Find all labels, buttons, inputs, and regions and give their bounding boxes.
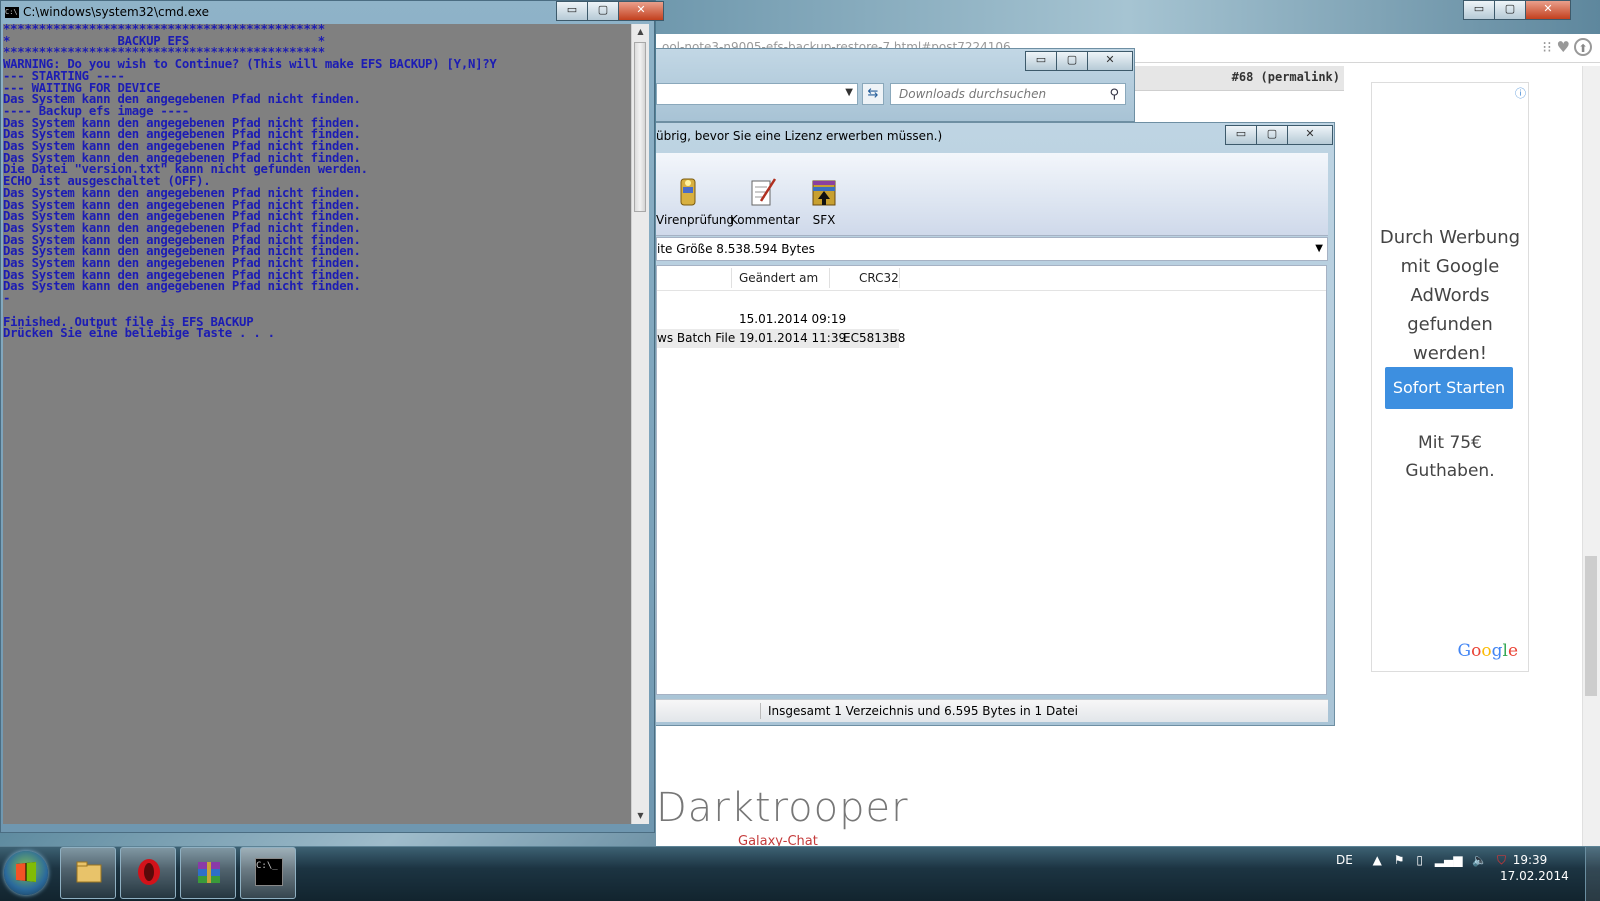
bookmark-heart-icon[interactable]: ⁝⁝ ♥ <box>1542 38 1570 56</box>
scroll-up-icon[interactable]: ⬆ <box>1574 38 1592 56</box>
explorer-search-input[interactable]: Downloads durchsuchen ⚲ <box>890 83 1126 105</box>
browser-scroll-thumb[interactable] <box>1585 556 1597 696</box>
cmd-minimize-button[interactable]: ▭ <box>556 1 588 21</box>
comment-icon <box>751 178 777 206</box>
cmd-app-icon[interactable]: C:\ <box>5 7 19 18</box>
taskbar-opera[interactable] <box>120 847 176 899</box>
opera-icon <box>138 859 160 885</box>
explorer-minimize-button[interactable]: ▭ <box>1025 51 1057 71</box>
winrar-minimize-button[interactable]: ▭ <box>1225 125 1257 145</box>
browser-titlebar: ▭ ▢ ✕ <box>656 0 1600 34</box>
volume-icon[interactable]: 🔈 <box>1472 853 1487 867</box>
browser-window-controls: ▭ ▢ ✕ <box>1463 0 1571 20</box>
sfx-icon <box>812 180 836 206</box>
archive-path-field[interactable]: ite Größe 8.538.594 Bytes ▼ <box>656 237 1328 261</box>
system-tray: DE ▲ ⚑ ▯ ▂▄▆ 🔈 ⛉ <box>1336 853 1506 868</box>
winrar-title: übrig, bevor Sie eine Lizenz erwerben mü… <box>656 129 943 143</box>
browser-minimize-button[interactable]: ▭ <box>1463 0 1495 20</box>
cmd-window: C:\ C:\windows\system32\cmd.exe ▭ ▢ ✕ **… <box>0 0 664 833</box>
winrar-status-bar: Insgesamt 1 Verzeichnis und 6.595 Bytes … <box>656 699 1328 722</box>
winrar-toolbar: Virenprüfung Kommentar SFX <box>656 153 1328 236</box>
tray-expand-icon[interactable]: ▲ <box>1373 853 1382 867</box>
language-indicator[interactable]: DE <box>1336 853 1353 867</box>
explorer-close-button[interactable]: ✕ <box>1087 51 1133 71</box>
cmd-window-controls: ▭ ▢ ✕ <box>556 1 664 21</box>
cmd-scroll-thumb[interactable] <box>634 42 646 212</box>
start-button[interactable] <box>4 851 48 895</box>
windows-logo-icon <box>16 862 36 882</box>
ad-headline[interactable]: Durch Werbung mit Google AdWords gefunde… <box>1372 223 1528 368</box>
refresh-icon[interactable]: ⇆ <box>862 83 884 105</box>
cmd-title: C:\windows\system32\cmd.exe <box>23 5 209 19</box>
explorer-window: ▭ ▢ ✕ ▼ ⇆ Downloads durchsuchen ⚲ <box>656 48 1135 122</box>
browser-maximize-button[interactable]: ▢ <box>1494 0 1526 20</box>
cmd-maximize-button[interactable]: ▢ <box>587 1 619 21</box>
clock[interactable]: 19:39 17.02.2014 <box>1500 852 1569 884</box>
flag-icon[interactable]: ⚑ <box>1394 853 1405 867</box>
permalink-link[interactable]: #68 (permalink) <box>1232 70 1340 84</box>
virus-scan-icon <box>680 178 696 206</box>
taskbar-cmd[interactable]: C:\_ <box>240 847 296 899</box>
column-crc32[interactable]: CRC32 <box>859 271 899 285</box>
google-logo: Google <box>1457 641 1518 661</box>
ad-info-icon[interactable]: ⓘ <box>1515 85 1526 101</box>
table-row[interactable]: 15.01.2014 09:19 <box>657 310 1326 329</box>
explorer-address-field[interactable]: ▼ <box>656 83 858 105</box>
winrar-maximize-button[interactable]: ▢ <box>1256 125 1288 145</box>
console-output[interactable]: ****************************************… <box>3 24 631 824</box>
ad-subtext: Mit 75€ Guthaben. <box>1405 433 1495 481</box>
cmd-scrollbar[interactable]: ▲ ▼ <box>631 24 649 824</box>
taskbar-explorer[interactable] <box>60 847 116 899</box>
taskbar: C:\_ DE ▲ ⚑ ▯ ▂▄▆ 🔈 ⛉ 19:39 17.02.2014 <box>0 846 1600 901</box>
archive-file-list[interactable]: Geändert am CRC32 15.01.2014 09:19 ws Ba… <box>656 265 1327 695</box>
browser-close-button[interactable]: ✕ <box>1525 0 1571 20</box>
console-text: ****************************************… <box>3 24 497 341</box>
signal-icon[interactable]: ▂▄▆ <box>1435 853 1463 867</box>
cmd-close-button[interactable]: ✕ <box>618 1 664 21</box>
show-desktop-button[interactable] <box>1585 847 1600 901</box>
scroll-down-arrow-icon[interactable]: ▼ <box>632 808 649 824</box>
explorer-maximize-button[interactable]: ▢ <box>1056 51 1088 71</box>
chevron-down-icon[interactable]: ▼ <box>1315 238 1323 260</box>
winrar-close-button[interactable]: ✕ <box>1287 125 1333 145</box>
taskbar-winrar[interactable] <box>180 847 236 899</box>
scroll-up-arrow-icon[interactable]: ▲ <box>632 24 649 40</box>
winrar-window: übrig, bevor Sie eine Lizenz erwerben mü… <box>656 122 1335 726</box>
tool-sfx[interactable]: SFX <box>802 175 846 227</box>
cmd-taskbar-icon: C:\_ <box>255 858 283 886</box>
table-row[interactable]: ws Batch File 19.01.2014 11:39 EC5813B8 <box>657 329 1326 348</box>
column-modified[interactable]: Geändert am <box>739 271 818 285</box>
explorer-window-controls: ▭ ▢ ✕ <box>1025 51 1133 71</box>
status-text: Insgesamt 1 Verzeichnis und 6.595 Bytes … <box>768 704 1078 718</box>
google-ad[interactable]: ⓘ Durch Werbung mit Google AdWords gefun… <box>1371 82 1529 672</box>
battery-icon[interactable]: ▯ <box>1416 853 1423 867</box>
chevron-down-icon[interactable]: ▼ <box>845 87 853 98</box>
tool-virus-scan[interactable]: Virenprüfung <box>656 175 734 227</box>
ad-start-button[interactable]: Sofort Starten <box>1385 367 1513 409</box>
folder-icon <box>76 861 102 883</box>
watermark-logo: Darktrooper <box>656 785 909 831</box>
browser-scrollbar[interactable] <box>1582 66 1600 846</box>
winrar-window-controls: ▭ ▢ ✕ <box>1225 125 1333 145</box>
tool-comment[interactable]: Kommentar <box>730 175 800 227</box>
search-icon[interactable]: ⚲ <box>1109 85 1119 105</box>
winrar-icon <box>198 862 220 883</box>
file-list-header: Geändert am CRC32 <box>657 266 1326 291</box>
